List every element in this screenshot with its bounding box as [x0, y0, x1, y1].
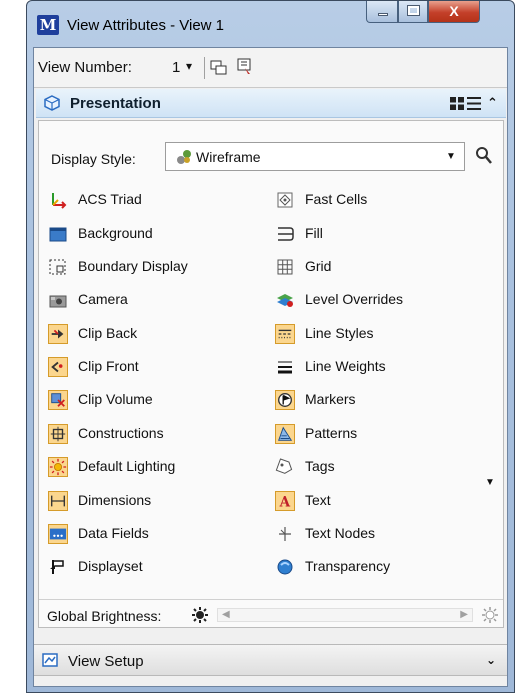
constructions-icon — [48, 424, 68, 444]
attribute-label: Fill — [305, 225, 323, 241]
attribute-label: Boundary Display — [78, 258, 188, 274]
attribute-label: Text — [305, 492, 331, 508]
presentation-panel: Display Style: Wireframe ▼ ACS Triad Bac… — [38, 120, 504, 628]
wireframe-style-icon — [177, 150, 191, 164]
line-styles-icon — [275, 324, 295, 344]
presentation-cube-icon — [44, 95, 60, 111]
grid-view-icon[interactable] — [450, 97, 464, 110]
attribute-label: Transparency — [305, 558, 391, 574]
attribute-label: Text Nodes — [305, 525, 376, 541]
attribute-label: Camera — [78, 291, 128, 307]
markers-dropdown-icon[interactable]: ▼ — [485, 477, 495, 488]
view-setup-section-header[interactable]: View Setup ⌄ — [34, 644, 507, 676]
level-overrides-icon — [277, 294, 293, 307]
view-attributes-window: M View Attributes - View 1 X View Number… — [26, 0, 515, 693]
svg-text:A: A — [279, 494, 291, 510]
attribute-label: Fast Cells — [305, 191, 368, 207]
attribute-label: Grid — [305, 258, 332, 274]
attribute-label: Background — [78, 225, 153, 241]
boundary-display-icon — [49, 259, 66, 275]
global-brightness-label: Global Brightness: — [47, 608, 162, 624]
attribute-label: Constructions — [78, 425, 164, 441]
display-style-dropdown[interactable]: Wireframe ▼ — [165, 142, 465, 171]
close-button[interactable]: X — [428, 1, 480, 23]
global-brightness-row: Global Brightness: ◀ ▶ — [39, 599, 503, 629]
display-style-label: Display Style: — [51, 151, 136, 167]
apply-view-attributes-icon[interactable] — [236, 58, 254, 76]
clip-back-icon — [48, 324, 68, 344]
collapse-section-icon[interactable]: ⌃ — [487, 95, 498, 111]
title-bar[interactable]: M View Attributes - View 1 X — [27, 1, 514, 47]
fill-icon — [278, 227, 294, 241]
search-icon[interactable] — [475, 146, 493, 166]
transparency-icon — [277, 559, 293, 575]
global-brightness-slider[interactable]: ◀ ▶ — [217, 608, 473, 622]
patterns-icon — [275, 424, 295, 444]
window-title: View Attributes - View 1 — [67, 17, 225, 34]
fast-cells-icon — [277, 192, 293, 208]
view-number-label: View Number: — [38, 59, 132, 76]
acs-triad-icon — [52, 193, 67, 209]
displayset-icon — [50, 560, 64, 574]
maximize-button[interactable] — [398, 1, 428, 23]
slider-right-arrow-icon[interactable]: ▶ — [460, 609, 468, 620]
view-setup-title: View Setup — [68, 653, 144, 670]
attribute-label: Markers — [305, 391, 356, 407]
display-style-caret-icon: ▼ — [446, 151, 456, 162]
view-number-dropdown-icon[interactable]: ▾ — [186, 59, 192, 73]
clip-front-icon — [48, 357, 68, 377]
grid-icon — [277, 259, 293, 275]
presentation-section-title: Presentation — [70, 95, 161, 112]
light-sun-icon — [482, 607, 498, 623]
copy-view-attributes-icon[interactable] — [210, 60, 228, 76]
markers-icon — [275, 390, 295, 410]
attribute-label: Clip Back — [78, 325, 138, 341]
clip-volume-icon — [48, 390, 68, 410]
minimize-icon — [378, 13, 388, 16]
attribute-label: Level Overrides — [305, 291, 404, 307]
attribute-label: Line Weights — [305, 358, 386, 374]
camera-icon — [49, 295, 67, 308]
client-area: View Number: 1 ▾ Presentation ⌃ Display … — [33, 47, 508, 687]
display-style-value: Wireframe — [196, 149, 261, 165]
toolbar-separator — [204, 57, 205, 79]
attribute-label: Dimensions — [78, 492, 152, 508]
attribute-label: Clip Volume — [78, 391, 153, 407]
dimensions-icon — [48, 491, 68, 511]
line-weights-icon — [278, 361, 292, 374]
attribute-label: Line Styles — [305, 325, 374, 341]
attribute-label: ACS Triad — [78, 191, 142, 207]
slider-left-arrow-icon[interactable]: ◀ — [222, 609, 230, 620]
dark-sun-icon — [192, 607, 208, 623]
attribute-label: Displayset — [78, 558, 143, 574]
default-lighting-icon — [48, 457, 68, 477]
maximize-icon — [407, 5, 420, 16]
view-setup-icon — [42, 653, 58, 667]
data-fields-icon — [48, 524, 68, 544]
presentation-section-header[interactable]: Presentation ⌃ — [36, 89, 506, 118]
text-nodes-icon — [279, 527, 291, 541]
view-toolbar: View Number: 1 ▾ — [34, 48, 507, 88]
attribute-label: Tags — [305, 458, 335, 474]
view-number-value[interactable]: 1 — [172, 59, 180, 76]
list-view-icon[interactable] — [467, 97, 481, 110]
microstation-logo-icon: M — [37, 15, 59, 35]
attribute-label: Data Fields — [78, 525, 149, 541]
expand-section-icon[interactable]: ⌄ — [486, 653, 496, 667]
attribute-label: Patterns — [305, 425, 358, 441]
minimize-button[interactable] — [366, 1, 398, 23]
text-icon: A — [275, 491, 295, 511]
attribute-label: Clip Front — [78, 358, 139, 374]
tags-icon — [275, 458, 293, 474]
attribute-label: Default Lighting — [78, 458, 176, 474]
background-icon — [49, 227, 67, 242]
